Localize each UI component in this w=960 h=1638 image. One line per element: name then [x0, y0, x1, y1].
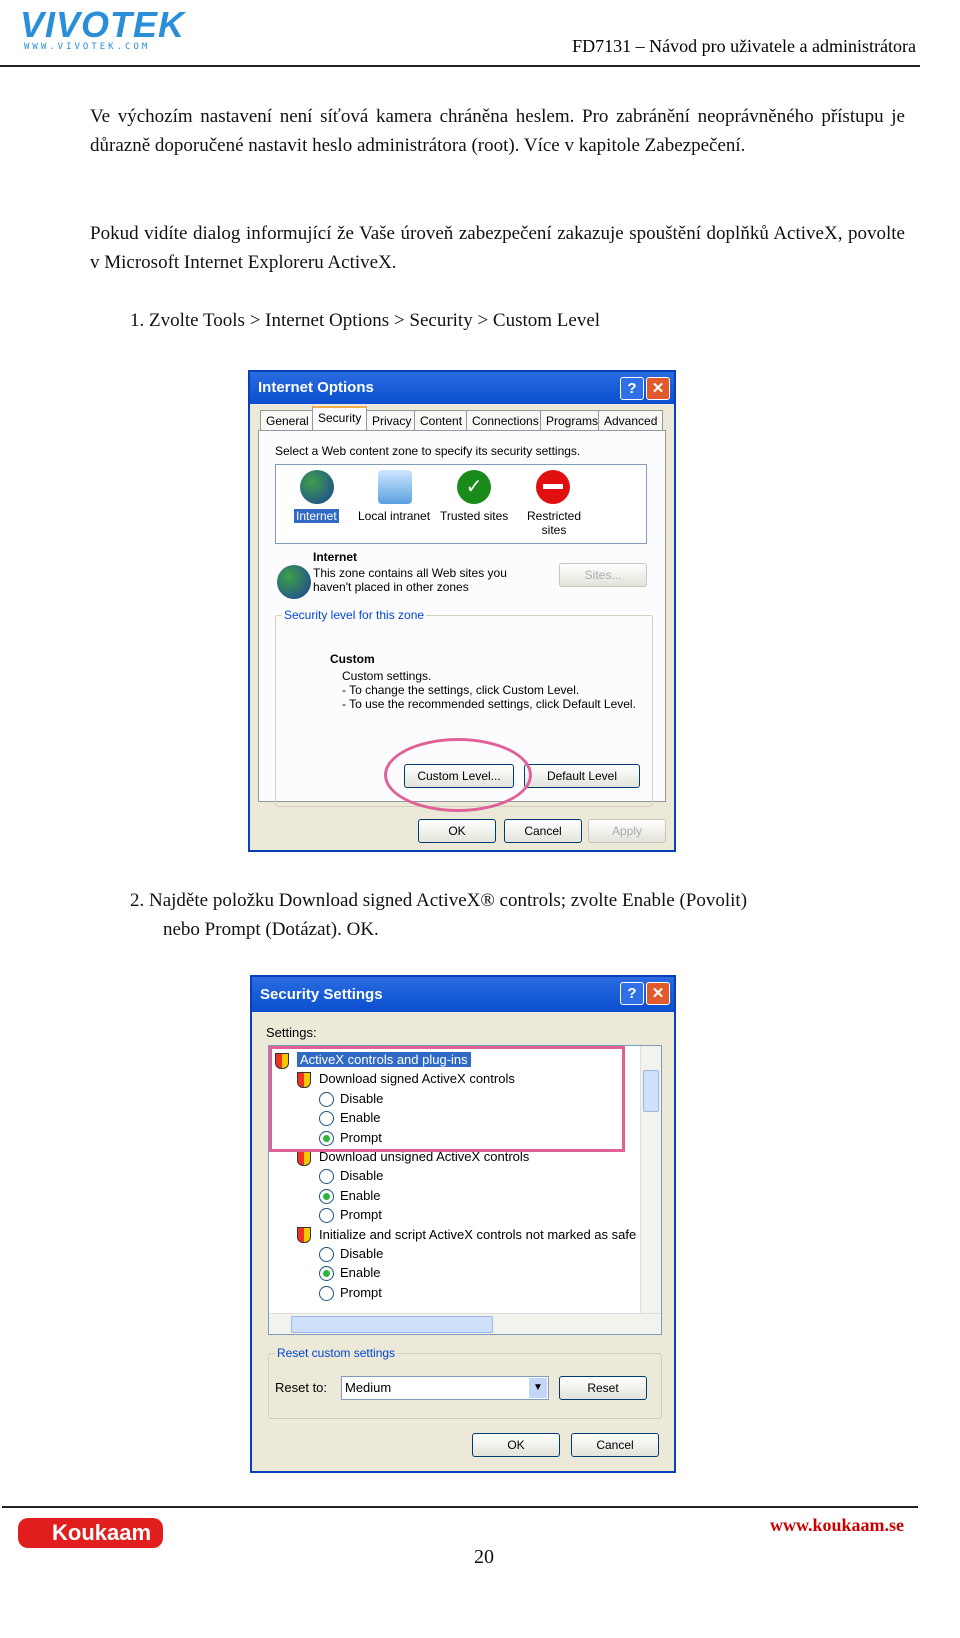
zone-description-2: haven't placed in other zones: [313, 580, 469, 594]
row-label: Prompt: [340, 1284, 382, 1300]
radio-option[interactable]: Enable: [319, 1263, 380, 1282]
level-line: - To change the settings, click Custom L…: [342, 683, 580, 697]
globe-icon: [300, 470, 334, 504]
header-title: FD7131 – Návod pro uživatele a administr…: [572, 36, 916, 56]
step-2: 2. Najděte položku Download signed Activ…: [130, 890, 748, 911]
chevron-down-icon[interactable]: ▼: [529, 1378, 547, 1398]
security-settings-dialog: Security Settings ? ✕ Settings: ActiveX …: [250, 975, 676, 1473]
apply-button[interactable]: Apply: [588, 819, 666, 843]
zone-local-intranet[interactable]: Local intranet: [358, 509, 430, 523]
radio-unchecked-icon[interactable]: [319, 1285, 334, 1301]
row-label: Disable: [340, 1246, 384, 1261]
header-divider: [0, 65, 920, 67]
close-button[interactable]: ✕: [646, 982, 670, 1005]
tab-privacy[interactable]: Privacy: [366, 410, 418, 431]
footer-divider: [2, 1506, 918, 1508]
default-level-button[interactable]: Default Level: [524, 764, 640, 788]
internet-options-dialog: Internet Options ? ✕ General Security Pr…: [248, 370, 676, 852]
tab-programs[interactable]: Programs: [540, 410, 605, 431]
radio-option[interactable]: Disable: [319, 1166, 383, 1185]
zone-trusted-sites[interactable]: Trusted sites: [440, 509, 508, 523]
row-label: Prompt: [340, 1207, 382, 1223]
setting-item[interactable]: Initialize and script ActiveX controls n…: [297, 1225, 636, 1244]
level-line: Custom settings.: [342, 669, 432, 683]
radio-unchecked-icon[interactable]: [319, 1169, 334, 1185]
intranet-icon: [378, 470, 412, 504]
level-line: - To use the recommended settings, click…: [342, 697, 636, 711]
radio-option[interactable]: Prompt: [319, 1205, 382, 1224]
row-label: Initialize and script ActiveX controls n…: [319, 1226, 637, 1242]
document-page: VIVOTEK WWW.VIVOTEK.COM FD7131 – Návod p…: [0, 0, 960, 1638]
dialog-title: Security Settings: [260, 986, 383, 1003]
level-name: Custom: [330, 652, 375, 666]
row-label: Disable: [340, 1168, 384, 1184]
page-number: 20: [474, 1546, 494, 1568]
settings-shield-icon: [297, 1227, 311, 1244]
radio-checked-icon[interactable]: [319, 1188, 334, 1204]
koukaam-logo: Koukaam: [18, 1518, 164, 1548]
close-button[interactable]: ✕: [646, 377, 670, 400]
horizontal-scrollbar[interactable]: [269, 1313, 661, 1334]
radio-option[interactable]: Prompt: [319, 1283, 382, 1302]
step-2-cont: nebo Prompt (Dotázat). OK.: [163, 919, 379, 940]
globe-icon: [277, 565, 311, 599]
cancel-button[interactable]: Cancel: [571, 1433, 659, 1457]
group-label: Security level for this zone: [282, 608, 427, 622]
paragraph-1: Ve výchozím nastavení není síťová kamera…: [90, 106, 905, 156]
settings-list[interactable]: ActiveX controls and plug-ins Download si…: [268, 1045, 662, 1335]
tab-connections[interactable]: Connections: [466, 410, 545, 431]
scroll-thumb[interactable]: [643, 1070, 659, 1112]
title-bar: Internet Options ? ✕: [250, 372, 674, 404]
step-1: 1. Zvolte Tools > Internet Options > Sec…: [130, 310, 601, 331]
group-label: Reset custom settings: [275, 1346, 398, 1360]
vertical-scrollbar[interactable]: [640, 1046, 661, 1314]
dialog-title: Internet Options: [258, 379, 374, 396]
zone-internet[interactable]: Internet: [294, 509, 339, 523]
zone-list: Internet Local intranet ✓ Trusted sites …: [275, 464, 647, 544]
security-level-group: Security level for this zone Custom Cust…: [275, 608, 653, 812]
vivotek-logo-url: WWW.VIVOTEK.COM: [24, 42, 151, 52]
row-label: Enable: [340, 1265, 381, 1281]
zone-name: Internet: [313, 550, 358, 564]
zone-description: This zone contains all Web sites you: [313, 566, 507, 580]
radio-unchecked-icon[interactable]: [319, 1247, 334, 1263]
tab-advanced[interactable]: Advanced: [598, 410, 664, 431]
radio-unchecked-icon[interactable]: [319, 1208, 334, 1224]
zone-restricted-sites[interactable]: Restricted sites: [526, 509, 582, 537]
footer-url[interactable]: www.koukaam.se: [770, 1515, 904, 1536]
reset-to-select[interactable]: Medium ▼: [341, 1376, 549, 1400]
title-bar: Security Settings ? ✕: [252, 977, 674, 1012]
ok-button[interactable]: OK: [472, 1433, 560, 1457]
highlight-ellipse: [384, 738, 532, 812]
ok-button[interactable]: OK: [418, 819, 496, 843]
security-panel: Select a Web content zone to specify its…: [258, 430, 666, 812]
help-button[interactable]: ?: [620, 377, 644, 400]
tab-security[interactable]: Security: [312, 406, 368, 433]
reset-group: Reset custom settings Reset to: Medium ▼ …: [268, 1346, 662, 1419]
paragraph-2: Pokud vidíte dialog informující že Vaše …: [90, 223, 905, 273]
settings-label: Settings:: [266, 1025, 317, 1040]
scroll-thumb[interactable]: [291, 1316, 493, 1333]
row-label: Enable: [340, 1187, 381, 1203]
radio-option[interactable]: Enable: [319, 1186, 380, 1205]
tab-content[interactable]: Content: [414, 410, 469, 431]
radio-option[interactable]: Disable: [319, 1244, 383, 1263]
radio-checked-icon[interactable]: [319, 1266, 334, 1282]
zone-prompt: Select a Web content zone to specify its…: [275, 444, 581, 458]
reset-to-value: Medium: [345, 1380, 392, 1395]
help-button[interactable]: ?: [620, 982, 644, 1005]
vivotek-logo: VIVOTEK: [20, 4, 186, 45]
no-entry-icon: [536, 470, 570, 504]
check-icon: ✓: [457, 470, 491, 504]
reset-button[interactable]: Reset: [559, 1376, 647, 1400]
cancel-button[interactable]: Cancel: [504, 819, 582, 843]
highlight-rectangle: [269, 1046, 625, 1152]
sites-button[interactable]: Sites...: [559, 563, 647, 587]
tab-general[interactable]: General: [260, 410, 315, 431]
reset-to-label: Reset to:: [275, 1380, 328, 1395]
